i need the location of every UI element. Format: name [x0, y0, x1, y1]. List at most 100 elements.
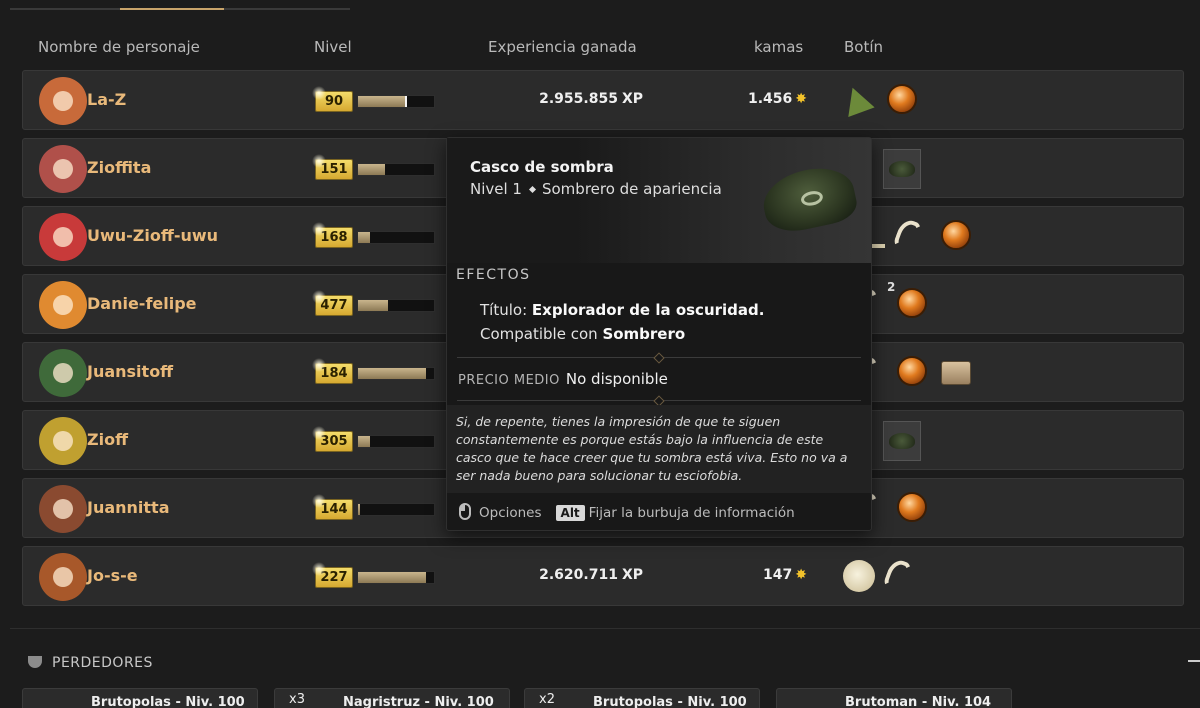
kamas-value: 147 ✸	[763, 567, 807, 583]
orange-orb-shape	[897, 492, 927, 522]
level-progress-fill	[358, 572, 427, 583]
loot-list	[883, 149, 921, 189]
trophy-icon	[28, 656, 42, 668]
character-row[interactable]: Jo-s-e 227 2.620.711 XP 147 ✸	[22, 546, 1184, 606]
level-badge: 144	[312, 494, 353, 520]
col-header-name[interactable]: Nombre de personaje	[38, 38, 200, 56]
diamond-separator-icon	[528, 185, 537, 194]
character-name[interactable]: Zioffita	[87, 158, 151, 177]
options-label[interactable]: Opciones	[479, 505, 542, 521]
losers-header: PERDEDORES	[28, 655, 153, 671]
compat-prefix: Compatible con	[480, 325, 598, 343]
col-header-xp[interactable]: Experiencia ganada	[488, 38, 637, 56]
col-header-kamas[interactable]: kamas	[754, 38, 803, 56]
tooltip-type: Sombrero de apariencia	[541, 180, 722, 198]
loser-card[interactable]: x3 Nagristruz - Niv. 100	[274, 688, 510, 708]
tooltip-divider	[457, 357, 861, 358]
dark-hat-icon[interactable]	[883, 421, 921, 461]
level-progress-fill	[358, 436, 371, 447]
tooltip-header: Casco de sombra Nivel 1 Sombrero de apari…	[447, 138, 871, 263]
tooltip-divider	[457, 400, 861, 401]
pin-tooltip-label[interactable]: Fijar la burbuja de información	[589, 505, 795, 521]
character-avatar	[39, 145, 87, 193]
level-progress-fill	[358, 368, 427, 379]
ghost-icon[interactable]	[843, 560, 877, 594]
orange-orb-icon[interactable]	[897, 492, 931, 526]
losers-list: Brutopolas - Niv. 100 x3 Nagristruz - Niv.…	[22, 688, 1022, 708]
character-name[interactable]: Danie-felipe	[87, 294, 197, 313]
level-progress-marker	[405, 96, 408, 107]
orange-orb-shape	[897, 288, 927, 318]
loser-name: Nagristruz - Niv. 100	[343, 695, 494, 708]
level-progress-fill	[358, 232, 371, 243]
xp-value: 2.620.711 XP	[539, 567, 643, 583]
orange-orb-icon[interactable]	[897, 356, 931, 390]
character-avatar	[39, 281, 87, 329]
character-avatar	[39, 417, 87, 465]
character-row[interactable]: La-Z 90 2.955.855 XP 1.456 ✸	[22, 70, 1184, 130]
loser-card[interactable]: Brutopolas - Niv. 100	[22, 688, 258, 708]
character-name[interactable]: La-Z	[87, 90, 126, 109]
loser-multiplier: x2	[539, 692, 555, 707]
xp-value: 2.955.855 XP	[539, 91, 643, 107]
chest-shape	[941, 361, 971, 385]
section-divider	[10, 628, 1200, 629]
character-avatar	[39, 553, 87, 601]
level-badge: 227	[312, 562, 353, 588]
fang-icon[interactable]	[882, 557, 921, 594]
alt-key-icon: Alt	[555, 505, 585, 521]
tab-strip	[10, 8, 350, 10]
character-name[interactable]: Uwu-Zioff-uwu	[87, 226, 218, 245]
item-description: Si, de repente, tienes la impresión de q…	[447, 405, 871, 493]
orange-orb-shape	[887, 84, 917, 114]
kamas-icon: ✸	[795, 91, 807, 107]
kamas-icon: ✸	[795, 567, 807, 583]
orange-orb-shape	[941, 220, 971, 250]
level-badge: 151	[312, 154, 353, 180]
character-name[interactable]: Zioff	[87, 430, 128, 449]
collapse-icon[interactable]	[1188, 660, 1200, 662]
orange-orb-shape	[897, 356, 927, 386]
active-tab-indicator	[120, 8, 224, 10]
level-progress-fill	[358, 96, 406, 107]
level-progress-fill	[358, 164, 386, 175]
fang-shape	[882, 557, 914, 593]
effects-label: EFECTOS	[456, 267, 531, 283]
loot-list	[839, 82, 921, 118]
shadow-helmet-icon	[757, 161, 861, 237]
dark-hat-shape	[883, 421, 921, 461]
helmet-eye-icon	[799, 189, 825, 208]
tooltip-subtitle: Nivel 1 Sombrero de apariencia	[470, 180, 722, 198]
xp-unit: XP	[621, 91, 643, 107]
kamas-value: 1.456 ✸	[748, 91, 807, 107]
level-progress-bar	[357, 367, 435, 380]
loser-card[interactable]: Brutoman - Niv. 104	[776, 688, 1012, 708]
col-header-loot: Botín	[844, 38, 884, 56]
loot-list	[843, 557, 921, 594]
kamas-amount: 1.456	[747, 91, 793, 107]
loser-card[interactable]: x2 Brutopolas - Niv. 100	[524, 688, 760, 708]
ghost-shape	[843, 560, 875, 592]
character-name[interactable]: Juannitta	[87, 498, 170, 517]
loot-count: 2	[887, 280, 896, 294]
col-header-level[interactable]: Nivel	[314, 38, 352, 56]
level-progress-bar	[357, 231, 435, 244]
fang-icon[interactable]	[892, 217, 931, 254]
orange-orb-icon[interactable]: 2	[887, 280, 931, 322]
dark-hat-shape	[883, 149, 921, 189]
orange-orb-icon[interactable]	[941, 220, 975, 254]
character-name[interactable]: Juansitoff	[87, 362, 173, 381]
character-avatar	[39, 77, 87, 125]
level-badge: 477	[312, 290, 353, 316]
hat-mini-icon	[889, 161, 915, 177]
effect-title-prefix: Título:	[480, 301, 528, 319]
loser-name: Brutoman - Niv. 104	[845, 695, 992, 708]
character-name[interactable]: Jo-s-e	[87, 566, 138, 585]
losers-title: PERDEDORES	[52, 655, 153, 671]
loot-list	[883, 421, 921, 461]
orange-orb-icon[interactable]	[887, 84, 921, 118]
triangle-charm-icon[interactable]	[839, 82, 877, 118]
chest-icon[interactable]	[941, 356, 975, 390]
character-avatar	[39, 213, 87, 261]
dark-hat-icon[interactable]	[883, 149, 921, 189]
